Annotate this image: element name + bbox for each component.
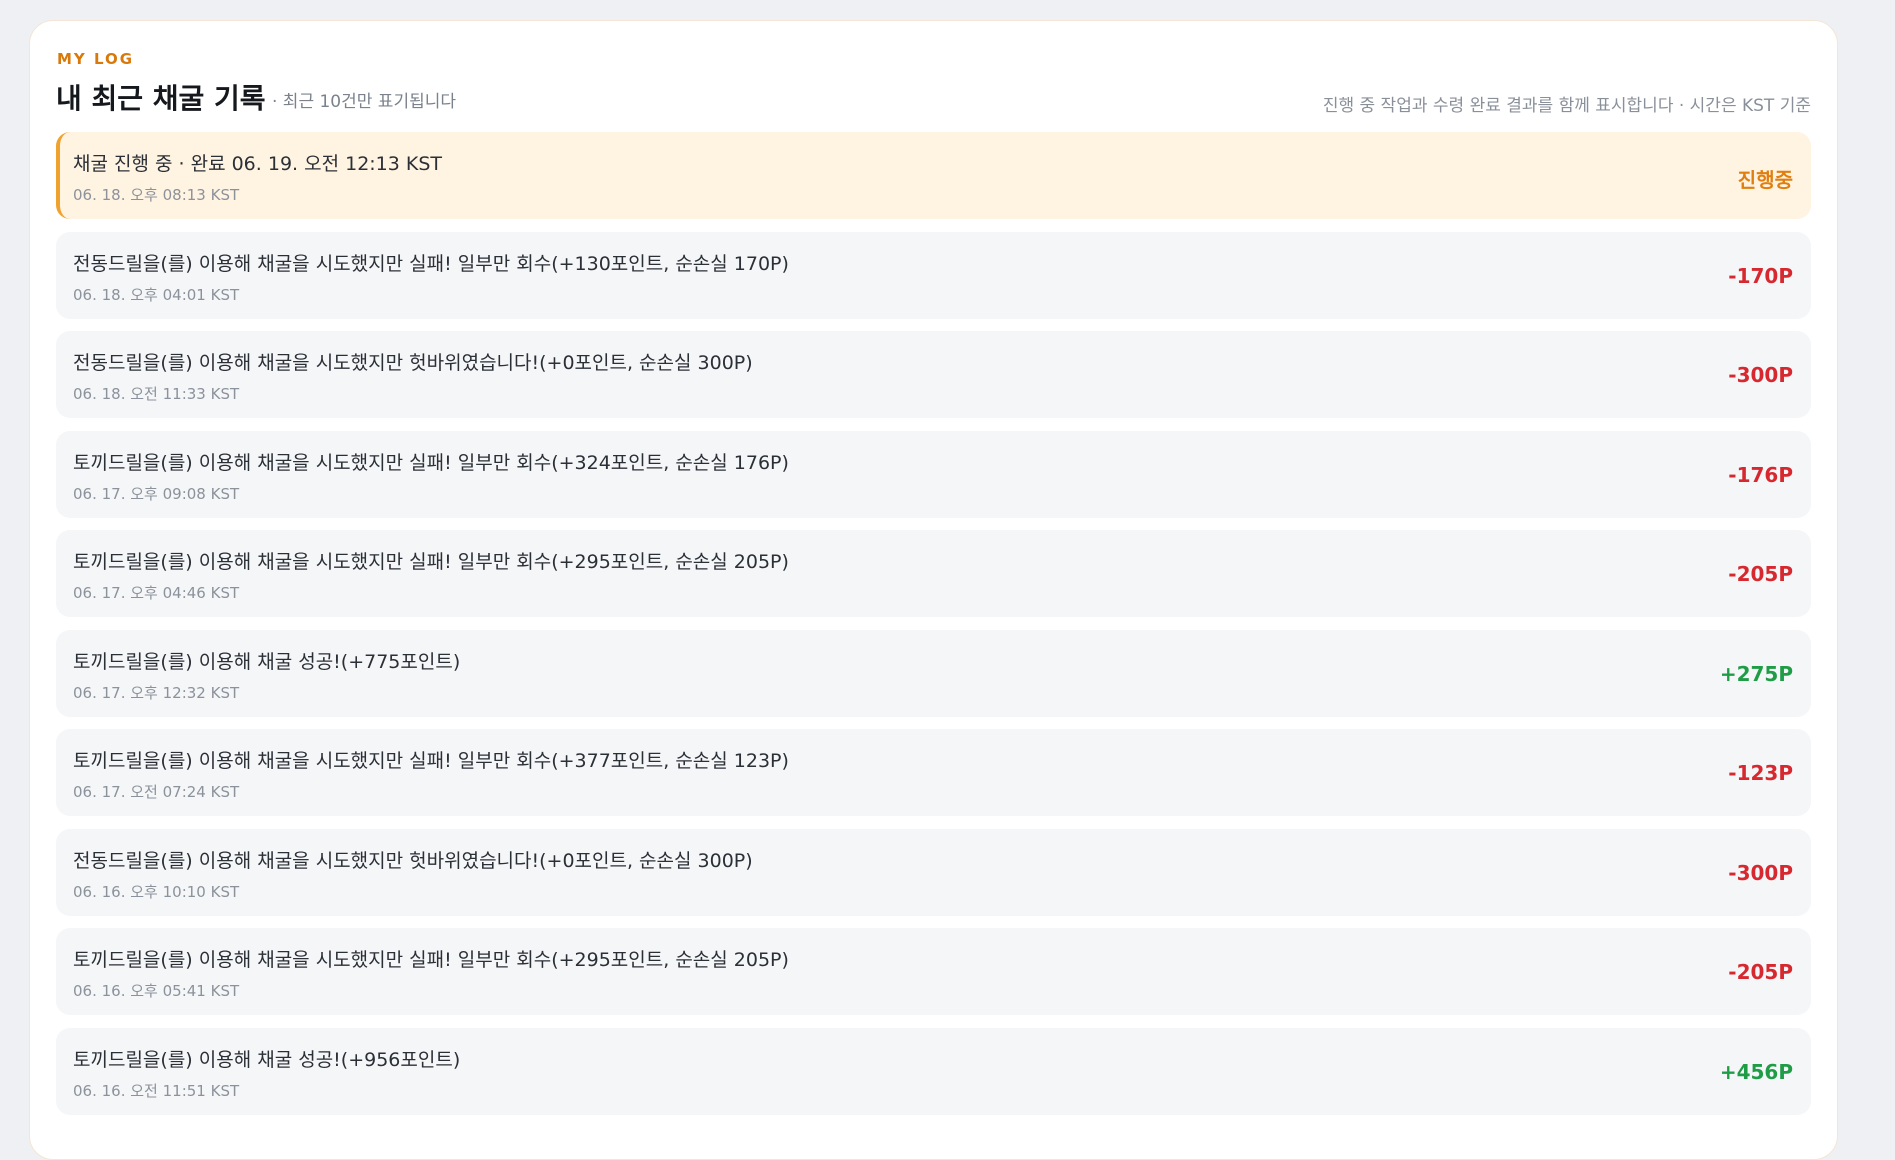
log-message: 전동드릴을(를) 이용해 채굴을 시도했지만 헛바위였습니다!(+0포인트, 순…: [73, 849, 753, 872]
log-item[interactable]: 토끼드릴을(를) 이용해 채굴을 시도했지만 실패! 일부만 회수(+377포인…: [56, 729, 1811, 816]
log-timestamp: 06. 17. 오전 07:24 KST: [73, 783, 240, 801]
log-amount: -205P: [1728, 562, 1793, 586]
log-message: 토끼드릴을(를) 이용해 채굴을 시도했지만 실패! 일부만 회수(+295포인…: [73, 949, 789, 971]
log-message: 토끼드릴을(를) 이용해 채굴을 시도했지만 실패! 일부만 회수(+324포인…: [73, 451, 789, 474]
log-amount: -170P: [1728, 263, 1793, 288]
header-note: 진행 중 작업과 수령 완료 결과를 함께 표시합니다 · 시간은 KST 기준: [1322, 96, 1811, 116]
log-timestamp: 06. 17. 오후 09:08 KST: [73, 484, 240, 503]
log-item[interactable]: 전동드릴을(를) 이용해 채굴을 시도했지만 실패! 일부만 회수(+130포인…: [56, 231, 1811, 319]
log-item[interactable]: 토끼드릴을(를) 이용해 채굴 성공!(+775포인트) 06. 17. 오후 …: [56, 629, 1811, 717]
page-title: 내 최근 채굴 기록: [56, 82, 266, 115]
log-item[interactable]: 토끼드릴을(를) 이용해 채굴 성공!(+956포인트) 06. 16. 오전 …: [56, 1027, 1811, 1115]
log-item[interactable]: 토끼드릴을(를) 이용해 채굴을 시도했지만 실패! 일부만 회수(+295포인…: [56, 530, 1811, 617]
log-amount: +275P: [1719, 661, 1793, 686]
log-amount: -123P: [1728, 761, 1793, 785]
log-message: 토끼드릴을(를) 이용해 채굴을 시도했지만 실패! 일부만 회수(+295포인…: [73, 551, 789, 573]
log-message: 전동드릴을(를) 이용해 채굴을 시도했지만 헛바위였습니다!(+0포인트, 순…: [73, 352, 753, 374]
log-amount: -176P: [1728, 462, 1793, 487]
log-item[interactable]: 토끼드릴을(를) 이용해 채굴을 시도했지만 실패! 일부만 회수(+324포인…: [56, 430, 1811, 518]
log-status-badge: 진행중: [1737, 168, 1793, 192]
log-amount: -205P: [1728, 960, 1793, 984]
log-message: 토끼드릴을(를) 이용해 채굴 성공!(+775포인트): [73, 650, 461, 673]
log-timestamp: 06. 18. 오후 04:01 KST: [73, 285, 240, 304]
log-message: 토끼드릴을(를) 이용해 채굴을 시도했지만 실패! 일부만 회수(+377포인…: [73, 750, 789, 772]
log-timestamp: 06. 16. 오후 10:10 KST: [73, 882, 240, 901]
log-list: 채굴 진행 중 · 완료 06. 19. 오전 12:13 KST 06. 18…: [56, 132, 1811, 1127]
log-message: 채굴 진행 중 · 완료 06. 19. 오전 12:13 KST: [73, 153, 443, 175]
log-timestamp: 06. 17. 오후 04:46 KST: [73, 584, 240, 602]
log-timestamp: 06. 16. 오후 05:41 KST: [73, 982, 240, 1000]
log-timestamp: 06. 18. 오전 11:33 KST: [73, 385, 240, 403]
log-item[interactable]: 전동드릴을(를) 이용해 채굴을 시도했지만 헛바위였습니다!(+0포인트, 순…: [56, 331, 1811, 418]
section-eyebrow: MY LOG: [57, 50, 135, 68]
log-amount: +456P: [1719, 1059, 1793, 1084]
log-timestamp: 06. 18. 오후 08:13 KST: [73, 186, 240, 204]
mining-log-card: MY LOG 내 최근 채굴 기록 · 최근 10건만 표기됩니다 진행 중 작…: [29, 20, 1838, 1160]
log-item[interactable]: 토끼드릴을(를) 이용해 채굴을 시도했지만 실패! 일부만 회수(+295포인…: [56, 928, 1811, 1015]
log-amount: -300P: [1728, 363, 1793, 387]
log-message: 전동드릴을(를) 이용해 채굴을 시도했지만 실패! 일부만 회수(+130포인…: [73, 252, 789, 275]
log-item[interactable]: 전동드릴을(를) 이용해 채굴을 시도했지만 헛바위였습니다!(+0포인트, 순…: [56, 828, 1811, 916]
log-amount: -300P: [1728, 860, 1793, 885]
log-timestamp: 06. 17. 오후 12:32 KST: [73, 683, 240, 702]
page-subtitle: · 최근 10건만 표기됩니다: [272, 92, 457, 112]
log-message: 토끼드릴을(를) 이용해 채굴 성공!(+956포인트): [73, 1048, 461, 1071]
log-item-pending[interactable]: 채굴 진행 중 · 완료 06. 19. 오전 12:13 KST 06. 18…: [56, 132, 1811, 219]
log-timestamp: 06. 16. 오전 11:51 KST: [73, 1081, 240, 1100]
